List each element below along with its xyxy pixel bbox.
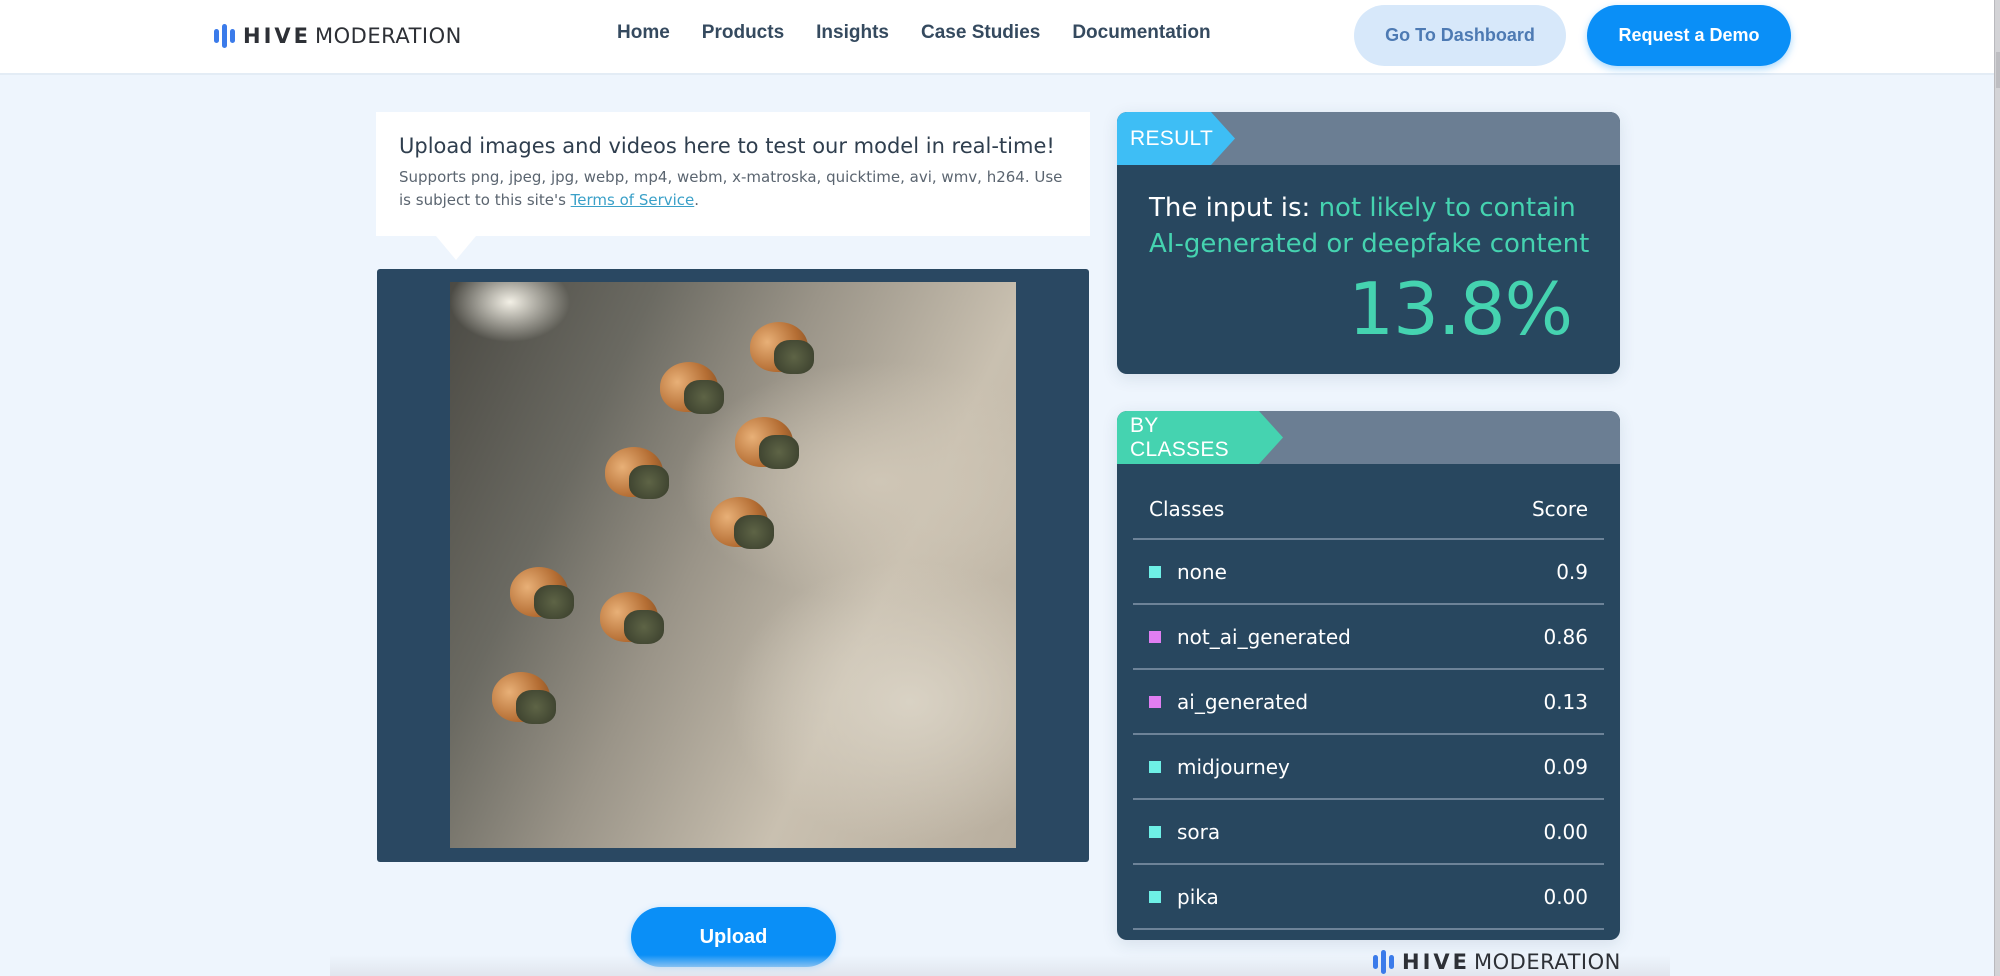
class-score: 0.86 — [1543, 624, 1588, 649]
table-header-row: Classes Score — [1133, 464, 1604, 540]
logo-text: HIVE MODERATION — [243, 24, 462, 48]
class-color-swatch — [1149, 825, 1161, 838]
result-percentage: 13.8% — [1348, 267, 1573, 351]
table-row: ai_generated 0.13 — [1133, 670, 1604, 735]
class-score: 0.00 — [1543, 884, 1588, 909]
class-color-swatch — [1149, 630, 1161, 643]
hive-logo-icon — [1373, 950, 1394, 974]
class-name: sora — [1177, 819, 1221, 844]
class-score: 0.09 — [1543, 754, 1588, 779]
class-color-swatch — [1149, 760, 1161, 773]
image-subject — [750, 322, 814, 374]
uploaded-image — [450, 282, 1016, 848]
image-subject — [660, 362, 724, 414]
classes-card: BY CLASSES Classes Score none 0.9 not_ai… — [1117, 411, 1620, 940]
class-name: none — [1177, 559, 1227, 584]
terms-of-service-link[interactable]: Terms of Service — [571, 191, 695, 209]
scrollbar-thumb[interactable] — [1996, 52, 2000, 88]
class-color-swatch — [1149, 565, 1161, 578]
upload-description: Supports png, jpeg, jpg, webp, mp4, webm… — [399, 168, 1063, 209]
upload-title: Upload images and videos here to test ou… — [399, 134, 1055, 158]
go-to-dashboard-button[interactable]: Go To Dashboard — [1354, 5, 1566, 66]
image-subject — [492, 672, 556, 724]
classes-tag: BY CLASSES — [1117, 411, 1283, 464]
nav-documentation[interactable]: Documentation — [1072, 22, 1210, 44]
image-subject — [510, 567, 574, 619]
class-score: 0.9 — [1556, 559, 1588, 584]
main-nav: Home Products Insights Case Studies Docu… — [617, 22, 1243, 44]
class-score: 0.13 — [1543, 689, 1588, 714]
table-row: midjourney 0.09 — [1133, 735, 1604, 800]
page-scrollbar[interactable] — [1994, 0, 2000, 976]
class-name: midjourney — [1177, 754, 1290, 779]
table-row: none 0.9 — [1133, 540, 1604, 605]
hive-logo[interactable]: HIVE MODERATION — [214, 22, 462, 50]
upload-instructions: Upload images and videos here to test ou… — [376, 112, 1090, 236]
footer-logo-text: HIVE MODERATION — [1402, 950, 1621, 974]
class-name: ai_generated — [1177, 689, 1309, 714]
image-subject — [605, 447, 669, 499]
class-name: not_ai_generated — [1177, 624, 1351, 649]
image-subject — [600, 592, 664, 644]
classes-table: Classes Score none 0.9 not_ai_generated … — [1133, 464, 1604, 930]
result-summary: The input is: not likely to contain AI-g… — [1149, 193, 1590, 259]
nav-products[interactable]: Products — [702, 22, 784, 44]
column-header-classes: Classes — [1149, 497, 1225, 521]
request-demo-button[interactable]: Request a Demo — [1587, 5, 1791, 66]
table-row: pika 0.00 — [1133, 865, 1604, 930]
class-color-swatch — [1149, 695, 1161, 708]
callout-tail — [436, 236, 476, 260]
class-color-swatch — [1149, 890, 1161, 903]
class-name: pika — [1177, 884, 1219, 909]
class-score: 0.00 — [1543, 819, 1588, 844]
table-row: not_ai_generated 0.86 — [1133, 605, 1604, 670]
result-tag: RESULT — [1117, 112, 1235, 165]
result-card-header: RESULT — [1117, 112, 1620, 165]
image-subject — [710, 497, 774, 549]
classes-card-header: BY CLASSES — [1117, 411, 1620, 464]
hive-logo-icon — [214, 24, 235, 48]
nav-insights[interactable]: Insights — [816, 22, 889, 44]
image-subject — [735, 417, 799, 469]
nav-home[interactable]: Home — [617, 22, 670, 44]
nav-case-studies[interactable]: Case Studies — [921, 22, 1040, 44]
footer-hive-logo: HIVE MODERATION — [1373, 950, 1621, 974]
media-preview-panel — [377, 269, 1089, 862]
column-header-score: Score — [1531, 497, 1588, 521]
top-navbar: HIVE MODERATION Home Products Insights Ca… — [0, 0, 1994, 75]
table-row: sora 0.00 — [1133, 800, 1604, 865]
result-card: RESULT The input is: not likely to conta… — [1117, 112, 1620, 374]
